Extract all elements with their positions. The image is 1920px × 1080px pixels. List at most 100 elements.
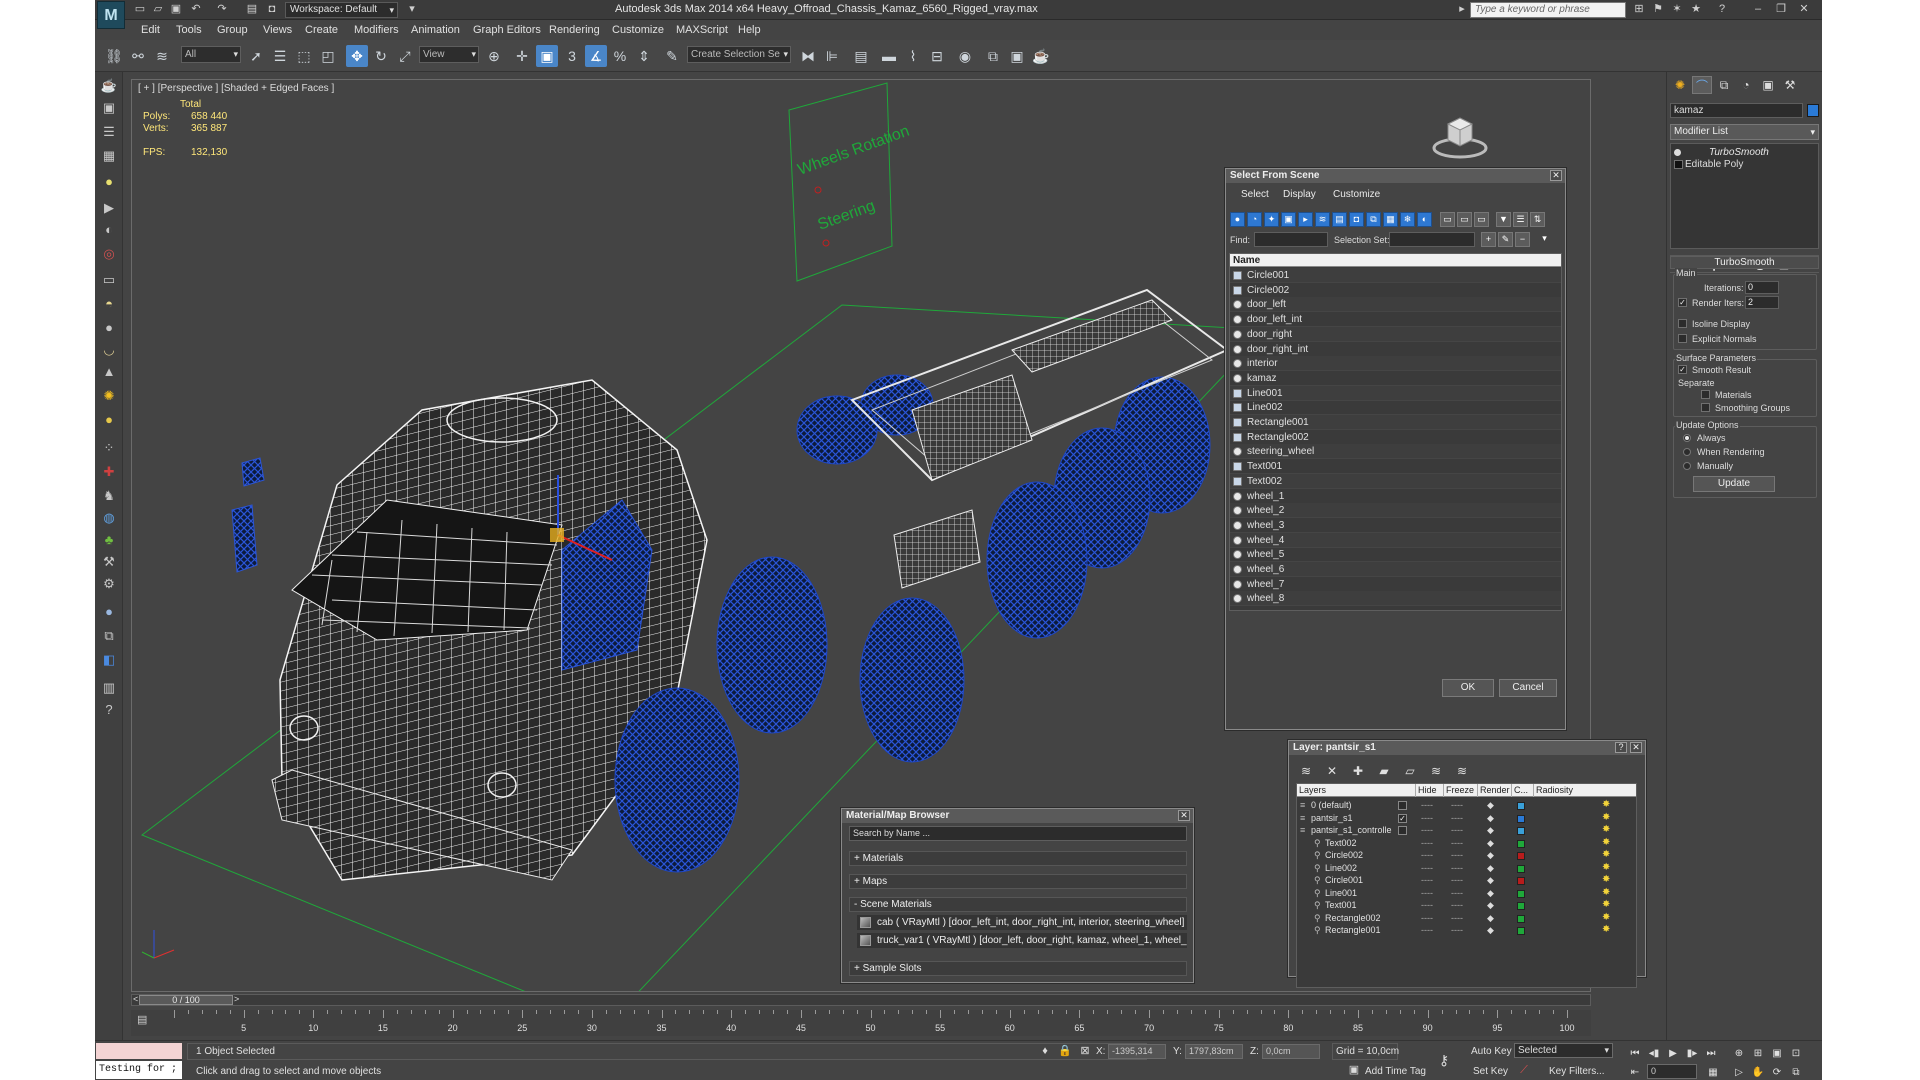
- explicit-normals-checkbox[interactable]: [1678, 334, 1687, 343]
- graphite-ribbon-icon[interactable]: ▬: [878, 45, 900, 67]
- close-icon[interactable]: ✕: [1630, 742, 1642, 753]
- layer-color-swatch[interactable]: [1517, 814, 1525, 823]
- name-column-header[interactable]: Name: [1230, 254, 1561, 267]
- favorites-star-icon[interactable]: ★: [1689, 3, 1703, 16]
- material-item[interactable]: truck_var1 ( VRayMtl ) [door_left, door_…: [857, 933, 1187, 948]
- curve-editor-icon[interactable]: ⌇: [902, 45, 924, 67]
- help-icon[interactable]: ?: [1615, 742, 1627, 753]
- isolate-selection-icon[interactable]: ♦: [1038, 1044, 1052, 1058]
- sfs-menu-customize[interactable]: Customize: [1333, 189, 1380, 200]
- menu-create[interactable]: Create: [305, 24, 338, 36]
- mini-curve-editor-icon[interactable]: ▤: [137, 1013, 147, 1026]
- key-mode-dropdown[interactable]: Selected: [1514, 1043, 1613, 1058]
- schematic-view-icon[interactable]: ⊟: [926, 45, 948, 67]
- settings-panel-icon[interactable]: ▥: [99, 678, 119, 698]
- plant-icon[interactable]: ♣: [99, 530, 119, 550]
- scene-list-item[interactable]: wheel_4: [1230, 532, 1561, 548]
- help-icon[interactable]: ?: [1715, 3, 1729, 16]
- gold-sphere-icon[interactable]: ●: [99, 410, 119, 430]
- key-icon[interactable]: ⚷: [1437, 1053, 1451, 1067]
- zoom-extents-icon[interactable]: ▣: [1769, 1047, 1785, 1061]
- stack-toggle[interactable]: [1674, 160, 1683, 169]
- filter-spacewarps-icon[interactable]: ≋: [1315, 212, 1330, 227]
- blue-sphere-icon[interactable]: ●: [99, 602, 119, 622]
- filter-groups-icon[interactable]: ▤: [1332, 212, 1347, 227]
- motion-tab-icon[interactable]: ◔: [1736, 76, 1756, 94]
- filter-lights-icon[interactable]: ✦: [1264, 212, 1279, 227]
- selection-set-dropdown[interactable]: [1389, 232, 1475, 247]
- unlink-icon[interactable]: ⚯: [127, 45, 149, 67]
- open-file-icon[interactable]: ▱: [151, 3, 165, 16]
- scene-list-item[interactable]: wheel_1: [1230, 489, 1561, 504]
- pan-view-icon[interactable]: ✋: [1750, 1066, 1766, 1080]
- close-icon[interactable]: ✕: [1550, 170, 1562, 181]
- menu-maxscript[interactable]: MAXScript: [676, 24, 728, 36]
- scene-list-item[interactable]: wheel_3: [1230, 518, 1561, 533]
- speaker-icon[interactable]: ◐: [99, 220, 119, 240]
- restore-icon[interactable]: ❐: [1773, 2, 1789, 17]
- radiosity-icon[interactable]: ✸: [1602, 912, 1612, 923]
- freeze-column[interactable]: Freeze: [1443, 784, 1477, 797]
- menu-customize[interactable]: Customize: [612, 24, 664, 36]
- menu-edit[interactable]: Edit: [141, 24, 160, 36]
- pivot-center-icon[interactable]: ⊕: [483, 45, 505, 67]
- layer-color-swatch[interactable]: [1517, 839, 1525, 848]
- radiosity-icon[interactable]: ✸: [1602, 812, 1612, 823]
- project-folder-icon[interactable]: ▤: [245, 3, 259, 16]
- layer-manager-title[interactable]: Layer: pantsir_s1: [1289, 741, 1645, 755]
- binoculars-icon[interactable]: ⊞: [1632, 3, 1646, 16]
- film-icon[interactable]: ◎: [99, 244, 119, 264]
- cone-icon[interactable]: ▲: [99, 362, 119, 382]
- sun-icon[interactable]: ✺: [99, 386, 119, 406]
- tools-icon[interactable]: ✚: [99, 462, 119, 482]
- rotation-controller-knob[interactable]: [814, 186, 822, 194]
- filter-bones-icon[interactable]: ⧉: [1366, 212, 1381, 227]
- menu-modifiers[interactable]: Modifiers: [354, 24, 399, 36]
- scene-list-item[interactable]: wheel_8: [1230, 591, 1561, 607]
- render-setup-icon[interactable]: ⧉: [982, 45, 1004, 67]
- select-all-icon[interactable]: ▭: [1440, 212, 1455, 227]
- next-frame-icon[interactable]: ▮▸: [1684, 1047, 1700, 1061]
- sort-icon[interactable]: ⇅: [1530, 212, 1545, 227]
- render-icon[interactable]: ▣: [99, 98, 119, 118]
- active-layer-checkbox[interactable]: ✓: [1398, 813, 1407, 823]
- scene-list-item[interactable]: kamaz: [1230, 371, 1561, 386]
- selection-set-remove-icon[interactable]: −: [1515, 232, 1530, 247]
- absolute-mode-icon[interactable]: ⊠: [1078, 1044, 1092, 1058]
- radiosity-icon[interactable]: ✸: [1602, 900, 1612, 910]
- grid-icon[interactable]: ▦: [99, 146, 119, 166]
- add-time-tag[interactable]: Add Time Tag: [1365, 1066, 1426, 1077]
- menu-views[interactable]: Views: [263, 24, 292, 36]
- hemisphere-icon[interactable]: ◓: [99, 294, 119, 314]
- filter-helpers-icon[interactable]: ▸: [1298, 212, 1313, 227]
- radiosity-icon[interactable]: ✸: [1602, 925, 1612, 935]
- subscription-icon[interactable]: ⚑: [1651, 3, 1665, 16]
- radiosity-icon[interactable]: ✸: [1602, 800, 1612, 810]
- scene-list-item[interactable]: steering_wheel: [1230, 444, 1561, 460]
- sphere-icon[interactable]: ●: [99, 318, 119, 338]
- track-bar[interactable]: ▤ 5 10 15 20 25 30 35 40 45 50 55 60 65 70 75 80 85 90 95 1…: [131, 1010, 1591, 1036]
- modifier-list-dropdown[interactable]: Modifier List: [1670, 124, 1819, 140]
- scene-list-item[interactable]: wheel_7: [1230, 577, 1561, 592]
- maps-rollout[interactable]: + Maps: [849, 874, 1187, 889]
- layer-color-swatch[interactable]: [1517, 902, 1525, 910]
- material-item[interactable]: cab ( VRayMtl ) [door_left_int, door_rig…: [857, 915, 1187, 930]
- select-by-name-icon[interactable]: ☰: [269, 45, 291, 67]
- key-filters-button[interactable]: Key Filters...: [1549, 1066, 1605, 1077]
- redo-icon[interactable]: ↷: [215, 3, 229, 16]
- radiosity-icon[interactable]: ✸: [1602, 825, 1612, 835]
- biped-icon[interactable]: ♞: [99, 486, 119, 506]
- active-layer-checkbox[interactable]: [1398, 826, 1407, 835]
- go-to-start-icon[interactable]: ⏮: [1627, 1047, 1643, 1061]
- keyboard-shortcut-override-icon[interactable]: ▣: [536, 45, 558, 67]
- time-slider-thumb[interactable]: 0 / 100: [139, 995, 233, 1005]
- select-and-move-icon[interactable]: ✥: [346, 45, 368, 67]
- materials-rollout[interactable]: + Materials: [849, 851, 1187, 866]
- spinner-snap-icon[interactable]: ⇕: [633, 45, 655, 67]
- stack-item-editable-poly[interactable]: Editable Poly: [1685, 159, 1743, 170]
- x-coordinate-field[interactable]: -1395,314: [1108, 1044, 1166, 1059]
- time-tag-icon[interactable]: ▣: [1347, 1063, 1361, 1077]
- save-file-icon[interactable]: ▣: [169, 3, 183, 16]
- zoom-all-icon[interactable]: ⊞: [1750, 1047, 1766, 1061]
- box-primitive-icon[interactable]: ▭: [99, 270, 119, 290]
